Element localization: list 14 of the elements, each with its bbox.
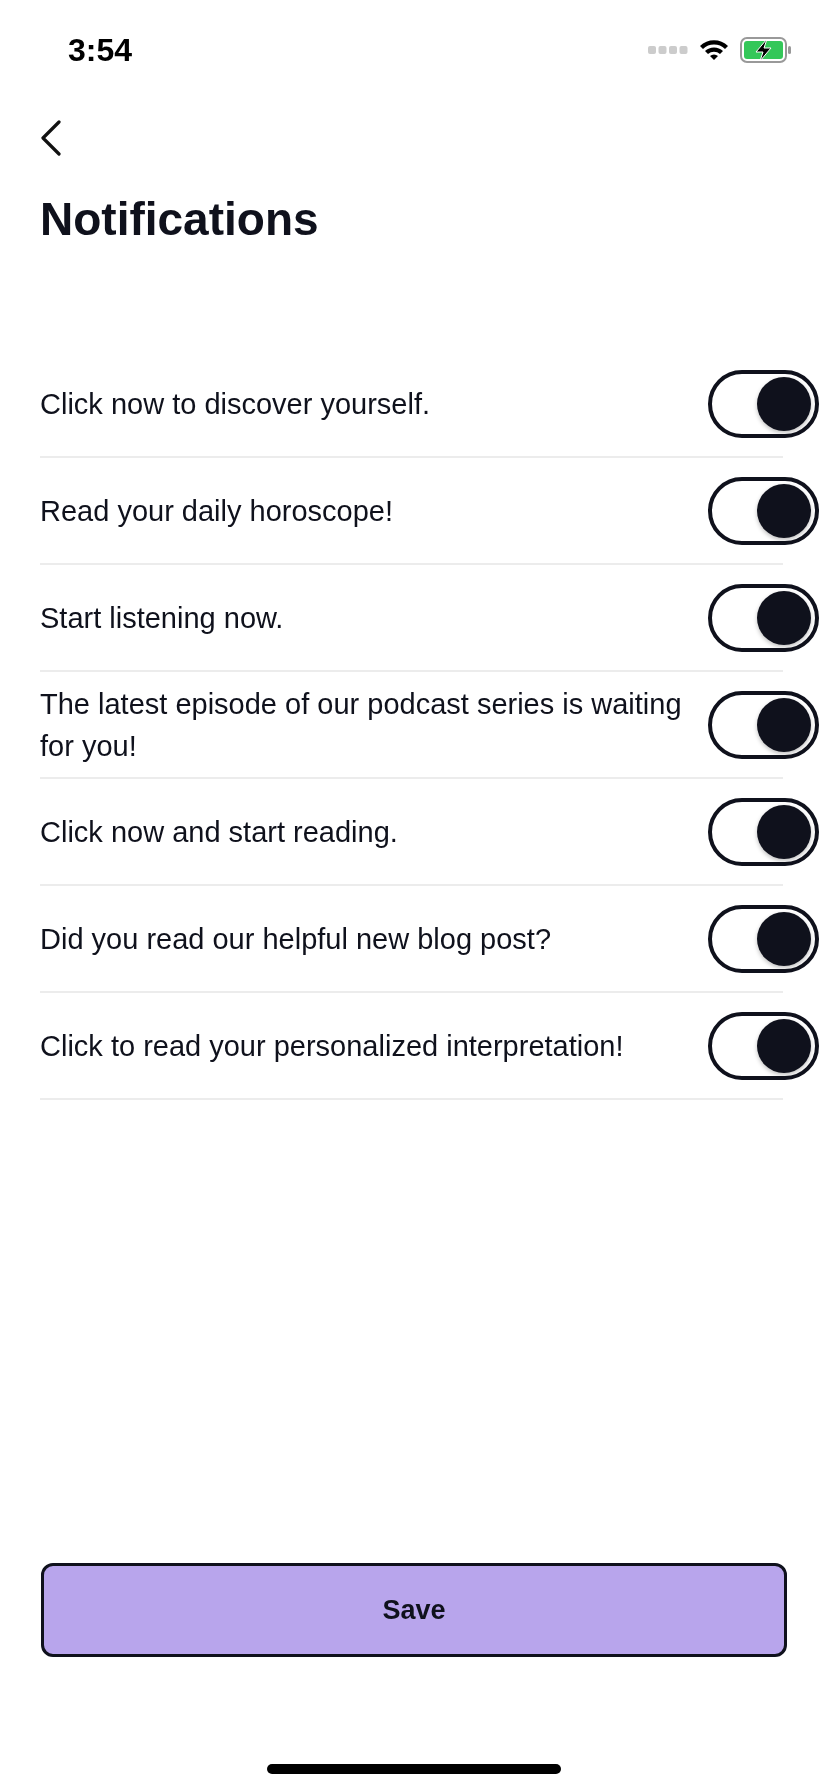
setting-label: The latest episode of our podcast series is waiting for you! [40,686,683,764]
setting-label: Did you read our helpful new blog post? [40,921,553,957]
signal-icon [648,45,688,55]
battery-icon [740,37,792,63]
back-icon[interactable] [40,120,62,156]
setting-label: Start listening now. [40,600,285,636]
page-title: Notifications [40,192,320,246]
wifi-icon [698,38,730,62]
status-time: 3:54 [68,31,133,69]
setting-label: Click now to discover yourself. [40,386,432,422]
setting-label: Click to read your personalized interpretation! [40,1028,625,1064]
setting-label: Click now and start reading. [40,814,399,850]
save-button[interactable]: Save [41,1563,787,1657]
setting-label: Read your daily horoscope! [40,493,395,529]
